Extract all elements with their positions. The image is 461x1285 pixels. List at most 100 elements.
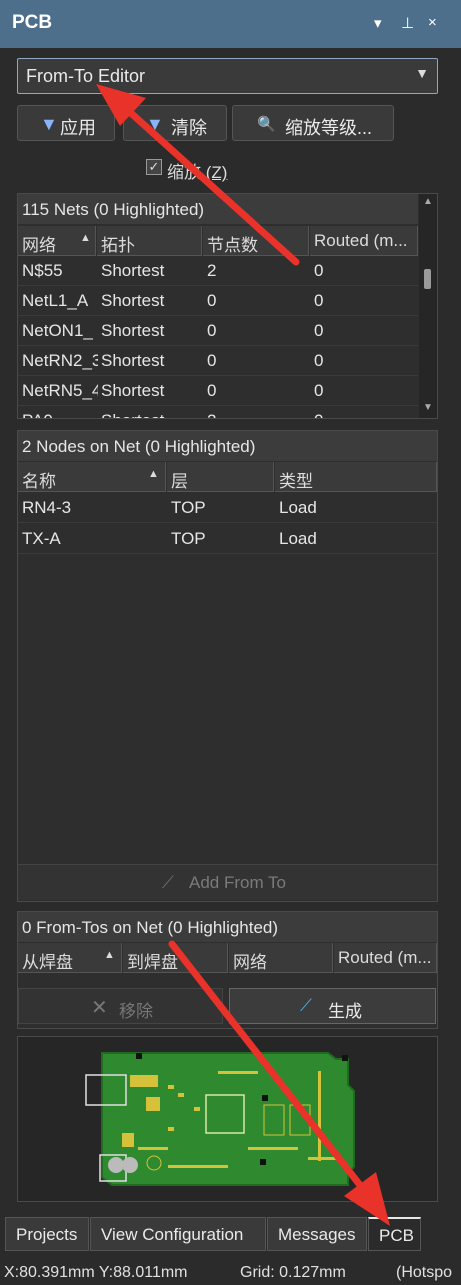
table-cell: NetON1_ [22, 321, 93, 340]
table-cell: 0 [207, 321, 217, 340]
status-bar: X:80.391mm Y:88.011mm Grid: 0.127mm (Hot… [0, 1258, 461, 1285]
col-routed-label: Routed (m... [314, 231, 408, 250]
table-cell: Shortest [101, 261, 165, 280]
nets-header-text: 115 Nets (0 Highlighted) [22, 200, 205, 219]
x-icon: ✕ [91, 997, 108, 1019]
zoom-checkbox-label[interactable]: 缩放 (Z) [167, 158, 227, 183]
panel-menu-icon[interactable]: ▾ [374, 14, 382, 32]
mode-select[interactable]: From-To Editor ▼ [17, 58, 438, 94]
scroll-up-icon[interactable]: ▲ [423, 196, 433, 207]
zoom-level-button[interactable]: 🔍 缩放等级... [232, 105, 394, 141]
table-cell: Load [279, 529, 317, 548]
table-cell: 0 [314, 291, 324, 310]
tab-projects-label: Projects [16, 1225, 78, 1244]
table-cell: 0 [314, 411, 414, 418]
col-net2[interactable]: 网络 [229, 943, 333, 973]
col-node-count[interactable]: 节点数 [203, 226, 309, 256]
nets-header: 115 Nets (0 Highlighted) [18, 194, 418, 224]
tab-view-configuration[interactable]: View Configuration [90, 1217, 266, 1251]
apply-label: 应用 [60, 118, 96, 138]
col-node-count-label: 节点数 [207, 236, 258, 255]
close-icon[interactable]: × [428, 14, 437, 31]
table-cell: 0 [314, 351, 324, 370]
pin-icon[interactable]: ⊥ [401, 14, 414, 32]
table-cell: NetRN2_3 [22, 351, 98, 370]
table-cell: 0 [207, 381, 217, 400]
col-routed[interactable]: Routed (m... [310, 226, 418, 256]
col-layer[interactable]: 层 [167, 462, 274, 492]
zoom-checkbox[interactable]: ✓ [146, 159, 162, 175]
nets-scrollbar[interactable]: ▲ ▼ [419, 194, 437, 418]
table-row[interactable]: NetL1_A Shortest 0 0 [18, 286, 418, 316]
panel-title: PCB [12, 12, 53, 33]
tab-pcb-label: PCB [379, 1226, 414, 1245]
table-cell: TX-A [22, 529, 61, 548]
zoom-hotkey: (Z) [205, 163, 228, 182]
add-from-to-button[interactable]: ⟋ Add From To [18, 864, 437, 900]
tab-projects[interactable]: Projects [5, 1217, 89, 1251]
scroll-down-icon[interactable]: ▼ [423, 402, 433, 413]
generate-label: 生成 [328, 1002, 362, 1021]
table-cell: NetRN5_4 [22, 381, 98, 400]
nets-table-body: N$55 Shortest 2 0 NetL1_A Shortest 0 0 NetON1_ Sh… [18, 256, 418, 418]
col-type[interactable]: 类型 [275, 462, 437, 492]
sort-up-icon: ▲ [104, 949, 115, 961]
panel-title-bar: PCB ▾ ⊥ × [0, 0, 461, 48]
table-cell: N$55 [22, 261, 63, 280]
col-name-label: 名称 [22, 472, 56, 491]
col-to-pad-label: 到焊盘 [127, 953, 178, 972]
col-layer-label: 层 [171, 472, 188, 491]
pcb-board-image [85, 1052, 355, 1186]
col-topology[interactable]: 拓扑 [97, 226, 202, 256]
chevron-down-icon: ▼ [415, 65, 429, 81]
table-cell: 0 [314, 261, 324, 280]
generate-button[interactable]: ⟋ 生成 [229, 988, 436, 1024]
table-cell: Shortest [101, 351, 165, 370]
status-coords: X:80.391mm Y:88.011mm [4, 1264, 188, 1281]
filter-icon: ▼ [40, 114, 58, 134]
apply-button[interactable]: ▼ 应用 [17, 105, 115, 141]
col-type-label: 类型 [279, 472, 313, 491]
table-row[interactable]: NetRN2_3 Shortest 0 0 [18, 346, 418, 376]
table-row[interactable]: RN4-3 TOP Load [18, 492, 437, 523]
tab-view-configuration-label: View Configuration [101, 1225, 244, 1244]
nets-scroll-thumb[interactable] [424, 269, 431, 289]
col-routed2[interactable]: Routed (m... [334, 943, 437, 973]
zoom-text: 缩放 [167, 163, 201, 182]
magnifier-icon: 🔍 [257, 116, 276, 133]
col-net-label: 网络 [22, 236, 56, 255]
connect-icon: ⟋ [300, 996, 312, 1015]
tab-messages[interactable]: Messages [267, 1217, 367, 1251]
table-row[interactable]: PA0Shortest 20 [18, 406, 418, 418]
table-row[interactable]: NetRN5_4 Shortest 0 0 [18, 376, 418, 406]
table-cell: Shortest [101, 291, 165, 310]
table-cell: 2 [207, 411, 307, 418]
board-preview[interactable] [17, 1036, 438, 1202]
table-row[interactable]: TX-A TOP Load [18, 523, 437, 554]
mode-select-value: From-To Editor [26, 66, 146, 86]
remove-button[interactable]: ✕ 移除 [18, 988, 223, 1024]
clear-button[interactable]: ▼ 清除 [123, 105, 227, 141]
col-from-pad[interactable]: 从焊盘 ▲ [18, 943, 122, 973]
col-from-pad-label: 从焊盘 [22, 953, 73, 972]
add-from-to-label: Add From To [189, 873, 287, 892]
table-row[interactable]: NetON1_ Shortest 0 0 [18, 316, 418, 346]
col-routed2-label: Routed (m... [338, 948, 432, 967]
nodes-header-text: 2 Nodes on Net (0 Highlighted) [22, 437, 256, 456]
table-cell: RN4-3 [22, 498, 72, 517]
status-grid: Grid: 0.127mm [240, 1264, 346, 1281]
remove-label: 移除 [119, 1002, 153, 1021]
sort-up-icon: ▲ [80, 232, 91, 244]
tab-pcb[interactable]: PCB [368, 1217, 421, 1251]
clear-filter-icon: ▼ [146, 114, 164, 134]
table-cell: 0 [314, 321, 324, 340]
table-row[interactable]: N$55 Shortest 2 0 [18, 256, 418, 286]
table-cell: 0 [314, 381, 324, 400]
table-cell: TOP [171, 498, 206, 517]
col-name[interactable]: 名称 ▲ [18, 462, 166, 492]
col-to-pad[interactable]: 到焊盘 [123, 943, 228, 973]
col-topology-label: 拓扑 [101, 236, 135, 255]
table-cell: 0 [207, 351, 217, 370]
table-cell: Shortest [101, 321, 165, 340]
col-net[interactable]: 网络 ▲ [18, 226, 96, 256]
